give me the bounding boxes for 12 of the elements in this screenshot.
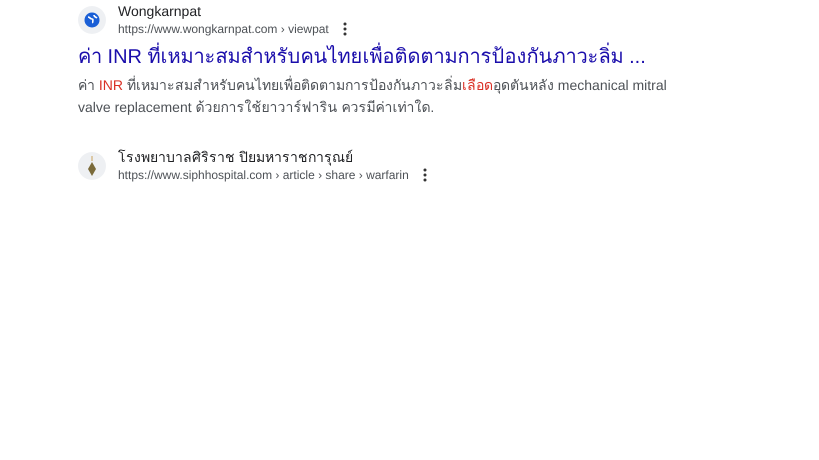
more-icon[interactable] xyxy=(422,168,427,182)
emblem-icon xyxy=(88,156,96,176)
more-icon[interactable] xyxy=(342,22,347,36)
site-url: https://www.siphhospital.com › article › share › warfarin xyxy=(118,167,409,184)
site-favicon[interactable] xyxy=(78,6,106,34)
result-link[interactable]: ค่า INR ที่เหมาะสมสำหรับคนไทยเพื่อติดตามการป้องกันภาวะลิ่ม ... xyxy=(78,44,819,70)
globe-icon xyxy=(84,12,100,28)
site-name: โรงพยาบาลศิริราช ปิยมหาราชการุณย์ xyxy=(118,148,354,166)
site-url: https://www.wongkarnpat.com › viewpat xyxy=(118,21,329,38)
site-name: Wongkarnpat xyxy=(118,2,202,20)
site-favicon[interactable] xyxy=(78,152,106,180)
result-snippet: ค่า INR ที่เหมาะสมสำหรับคนไทยเพื่อติดตามการป้องกันภาวะลิ่มเลือดอุดตันหลัง mechanical mitral valve replacement ด้วยการใช้ยาวาร์ฟาริน ควรมีค่าเท่าใด. xyxy=(78,74,668,117)
